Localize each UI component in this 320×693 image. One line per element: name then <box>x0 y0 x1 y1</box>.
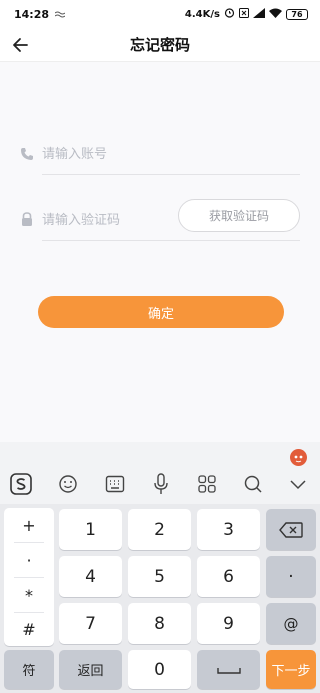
space-key[interactable] <box>197 650 260 689</box>
keyboard-icon[interactable] <box>104 473 126 495</box>
next-key[interactable]: 下一步 <box>266 650 316 689</box>
header: 忘记密码 <box>0 28 320 62</box>
forgot-password-form: 获取验证码 确定 <box>0 62 320 442</box>
grid-icon[interactable] <box>196 473 218 495</box>
status-left: 14:28 <box>14 7 66 21</box>
status-time: 14:28 <box>14 7 50 21</box>
ime-mascot-icon[interactable] <box>290 449 307 466</box>
key-at[interactable]: @ <box>266 603 316 644</box>
key-8[interactable]: 8 <box>128 603 191 644</box>
back-arrow-icon[interactable] <box>10 34 32 56</box>
sim-x-icon <box>239 7 249 21</box>
key-9[interactable]: 9 <box>197 603 260 644</box>
delete-key[interactable] <box>266 509 316 550</box>
key-4[interactable]: 4 <box>59 556 122 597</box>
wave-icon <box>54 8 66 21</box>
key-1[interactable]: 1 <box>59 509 122 550</box>
status-right: 4.4K/s 76 <box>185 7 308 21</box>
microphone-icon[interactable] <box>150 473 172 495</box>
key-5[interactable]: 5 <box>128 556 191 597</box>
key-middle-dot[interactable]: · <box>4 543 54 577</box>
get-code-button[interactable]: 获取验证码 <box>178 199 300 232</box>
symbols-key[interactable]: 符 <box>4 650 54 689</box>
alarm-icon <box>224 7 235 21</box>
signal-icon <box>253 7 265 21</box>
chevron-down-icon[interactable] <box>287 473 309 495</box>
symbol-column: + · * # <box>4 508 54 646</box>
account-underline <box>42 174 300 175</box>
sogou-logo-icon[interactable] <box>10 473 32 495</box>
network-speed: 4.4K/s <box>184 8 220 20</box>
confirm-button[interactable]: 确定 <box>38 296 284 328</box>
code-input[interactable] <box>42 201 172 239</box>
key-3[interactable]: 3 <box>197 509 260 550</box>
search-icon[interactable] <box>242 473 264 495</box>
key-plus[interactable]: + <box>4 508 54 542</box>
key-0[interactable]: 0 <box>128 650 191 689</box>
battery-icon: 76 <box>286 8 308 20</box>
page-title: 忘记密码 <box>129 36 190 54</box>
keyboard-toolbar <box>0 467 320 501</box>
keyboard: + · * # 1 2 3 4 5 6 · 7 8 9 @ 符 返回 0 下一步 <box>0 442 320 693</box>
backspace-icon <box>279 521 303 538</box>
space-icon <box>216 667 241 674</box>
key-6[interactable]: 6 <box>197 556 260 597</box>
code-underline <box>42 240 300 241</box>
back-key[interactable]: 返回 <box>59 650 122 689</box>
account-input[interactable] <box>42 135 300 173</box>
code-field: 获取验证码 <box>18 199 300 241</box>
key-7[interactable]: 7 <box>59 603 122 644</box>
phone-icon <box>20 146 36 162</box>
numeric-keypad: + · * # 1 2 3 4 5 6 · 7 8 9 @ 符 返回 0 下一步 <box>0 504 320 693</box>
lock-icon <box>20 212 36 228</box>
key-dot[interactable]: · <box>266 556 316 597</box>
key-asterisk[interactable]: * <box>4 578 54 612</box>
emoji-icon[interactable] <box>57 473 79 495</box>
wifi-icon <box>269 8 282 21</box>
account-field <box>18 135 300 175</box>
key-2[interactable]: 2 <box>128 509 191 550</box>
status-bar: 14:28 4.4K/s 76 <box>0 0 320 28</box>
key-hash[interactable]: # <box>4 612 54 646</box>
keyboard-top-strip <box>0 442 320 467</box>
